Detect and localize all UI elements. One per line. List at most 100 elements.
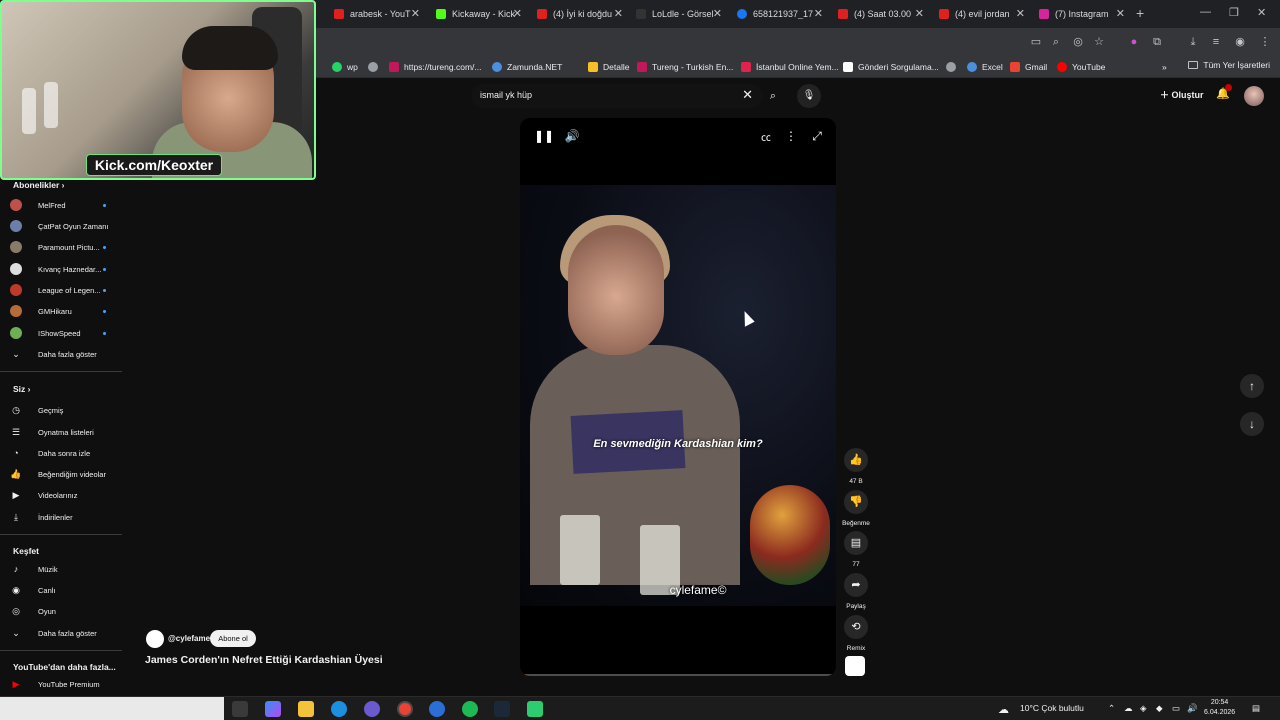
steam-icon[interactable] (494, 701, 510, 717)
bookmark[interactable]: YouTube (1057, 60, 1105, 74)
bookmark-star-icon[interactable]: ☆ (1091, 34, 1107, 50)
sidebar-item-history[interactable]: ◷ Geçmiş (10, 402, 120, 418)
sound-thumbnail[interactable] (845, 656, 865, 676)
pause-icon[interactable]: ❚❚ (534, 129, 554, 143)
remix-button[interactable]: ⟲ Remix (844, 615, 868, 652)
bookmark[interactable]: https://tureng.com/... (389, 60, 481, 74)
menu-icon[interactable]: ⋮ (1257, 34, 1273, 50)
sidebar-explore-show-more[interactable]: ⌄ Daha fazla göster (10, 625, 120, 641)
volume-tray-icon[interactable]: 🔊 (1187, 703, 1198, 714)
all-bookmarks-button[interactable]: Tüm Yer İşaretleri (1188, 60, 1270, 70)
spotify-icon[interactable] (462, 701, 478, 717)
close-icon[interactable]: ✕ (411, 7, 420, 20)
browser-tab[interactable]: arabesk - YouT ✕ (334, 4, 420, 24)
captions-icon[interactable]: ㏄ (758, 129, 774, 144)
channel-avatar[interactable] (146, 630, 164, 648)
sidebar-item-music[interactable]: ♪ Müzik (10, 561, 120, 577)
bookmark[interactable]: Detalle (588, 60, 629, 74)
browser-tab[interactable]: (7) Instagram ✕ (1039, 4, 1125, 24)
reading-list-icon[interactable]: ≡ (1208, 34, 1224, 50)
volume-icon[interactable]: 🔊 (564, 129, 580, 143)
sidebar-item-youtube-premium[interactable]: ▶ YouTube Premium (10, 676, 120, 692)
clear-search-icon[interactable]: ✕ (742, 87, 753, 103)
sidebar-item-subscription[interactable]: League of Legen... (10, 282, 120, 298)
edge-icon[interactable] (331, 701, 347, 717)
puzzle-icon[interactable]: ⧉ (1149, 34, 1165, 50)
bookmark[interactable]: Gmail (1010, 60, 1047, 74)
notification-center-icon[interactable]: ▤ (1252, 703, 1260, 714)
shorts-video-player[interactable]: ❚❚ 🔊 ㏄ ⋮ ⤢ En sevmediğin Kardashian kim?… (520, 118, 836, 676)
maximize-icon[interactable]: ❐ (1229, 6, 1239, 19)
file-explorer-icon[interactable] (298, 701, 314, 717)
zoom-icon[interactable]: ⌕ (1048, 34, 1064, 50)
sidebar-item-gaming[interactable]: ◎ Oyun (10, 603, 120, 619)
bookmark[interactable]: Tureng - Turkish En... (637, 60, 733, 74)
share-button[interactable]: ➦ Paylaş (844, 573, 868, 610)
sidebar-item-subscription[interactable]: ÇatPat Oyun Zamanı (10, 218, 120, 234)
next-short-button[interactable]: ↓ (1240, 412, 1264, 436)
you-heading[interactable]: Siz › (13, 384, 31, 394)
browser-tab[interactable]: Kickaway - Kick ✕ (436, 4, 522, 24)
browser-app-icon[interactable] (429, 701, 445, 717)
bookmarks-overflow-button[interactable]: » (1162, 60, 1167, 74)
subscribe-button[interactable]: Abone ol (210, 630, 256, 647)
sidebar-item-subscription[interactable]: MelFred (10, 197, 120, 213)
bookmark[interactable] (946, 60, 961, 74)
sidebar-item-subscription[interactable]: Kıvanç Haznedar... (10, 261, 120, 277)
app-icon[interactable] (527, 701, 543, 717)
subscriptions-heading[interactable]: Abonelikler › (13, 180, 65, 190)
dislike-button[interactable]: 👎 Beğenme (842, 490, 870, 527)
progress-bar[interactable] (520, 674, 836, 676)
sidebar-item-liked-videos[interactable]: 👍 Beğendiğim videolar (10, 466, 120, 482)
new-tab-button[interactable]: + (1136, 5, 1144, 21)
more-options-icon[interactable]: ⋮ (783, 129, 799, 143)
close-icon[interactable]: ✕ (513, 7, 522, 20)
create-button[interactable]: ＋ Oluştur (1160, 88, 1204, 101)
app-icon[interactable] (364, 701, 380, 717)
cast-icon[interactable]: ▭ (1028, 34, 1044, 50)
account-avatar[interactable] (1244, 86, 1264, 106)
task-view-icon[interactable] (232, 701, 248, 717)
bookmark[interactable]: İstanbul Online Yem... (741, 60, 839, 74)
browser-tab[interactable]: LoLdle - Görsel ✕ (636, 4, 722, 24)
close-icon[interactable]: ✕ (1116, 7, 1125, 20)
sidebar-item-watch-later[interactable]: ◔ Daha sonra izle (10, 445, 120, 461)
bookmark[interactable]: wp (332, 60, 358, 74)
browser-tab[interactable]: (4) Saat 03.00 ✕ (838, 4, 924, 24)
copilot-icon[interactable] (265, 701, 281, 717)
tray-app-icon[interactable]: ◆ (1156, 703, 1163, 714)
network-icon[interactable]: ▭ (1172, 703, 1180, 714)
sidebar-show-more[interactable]: ⌄ Daha fazla göster (10, 346, 120, 362)
previous-short-button[interactable]: ↑ (1240, 374, 1264, 398)
chrome-icon[interactable] (397, 701, 413, 717)
sidebar-item-downloads[interactable]: ⤓ İndirilenler (10, 509, 120, 525)
tray-app-icon[interactable]: ◈ (1140, 703, 1147, 714)
browser-tab[interactable]: (4) evil jordan ✕ (939, 4, 1025, 24)
close-icon[interactable]: ✕ (614, 7, 623, 20)
tray-cloud-icon[interactable]: ☁ (1124, 703, 1133, 714)
sidebar-item-subscription[interactable]: Paramount Pictu... (10, 239, 120, 255)
sidebar-item-subscription[interactable]: GMHikaru (10, 303, 120, 319)
extension-icon[interactable]: ● (1126, 34, 1142, 50)
bookmark[interactable] (368, 60, 383, 74)
weather-text[interactable]: 10°C Çok bulutlu (1020, 703, 1084, 713)
close-icon[interactable]: ✕ (713, 7, 722, 20)
sidebar-item-your-videos[interactable]: ▶ Videolarınız (10, 487, 120, 503)
notifications-bell-icon[interactable]: 🔔 (1216, 84, 1232, 100)
downloads-icon[interactable]: ⤓ (1185, 34, 1201, 50)
video-title[interactable]: James Corden'ın Nefret Ettiği Kardashian… (145, 654, 383, 666)
profile-icon[interactable]: ◉ (1232, 34, 1248, 50)
bookmark[interactable]: Gönderi Sorgulama... (843, 60, 939, 74)
tray-overflow-icon[interactable]: ⌃ (1108, 703, 1115, 714)
window-close-icon[interactable]: ✕ (1257, 6, 1266, 19)
minimize-icon[interactable]: — (1200, 6, 1211, 18)
microphone-icon[interactable]: 🎙 (797, 84, 821, 108)
sidebar-item-subscription[interactable]: IShowSpeed (10, 325, 120, 341)
close-icon[interactable]: ✕ (1016, 7, 1025, 20)
sidebar-item-live[interactable]: ◉ Canlı (10, 582, 120, 598)
like-button[interactable]: 👍 47 B (844, 448, 868, 485)
taskbar-search[interactable] (0, 697, 224, 720)
sidebar-item-playlists[interactable]: ☰ Oynatma listeleri (10, 424, 120, 440)
search-icon[interactable]: ⌕ (763, 84, 783, 108)
browser-tab[interactable]: 658121937_17 ✕ (737, 4, 823, 24)
